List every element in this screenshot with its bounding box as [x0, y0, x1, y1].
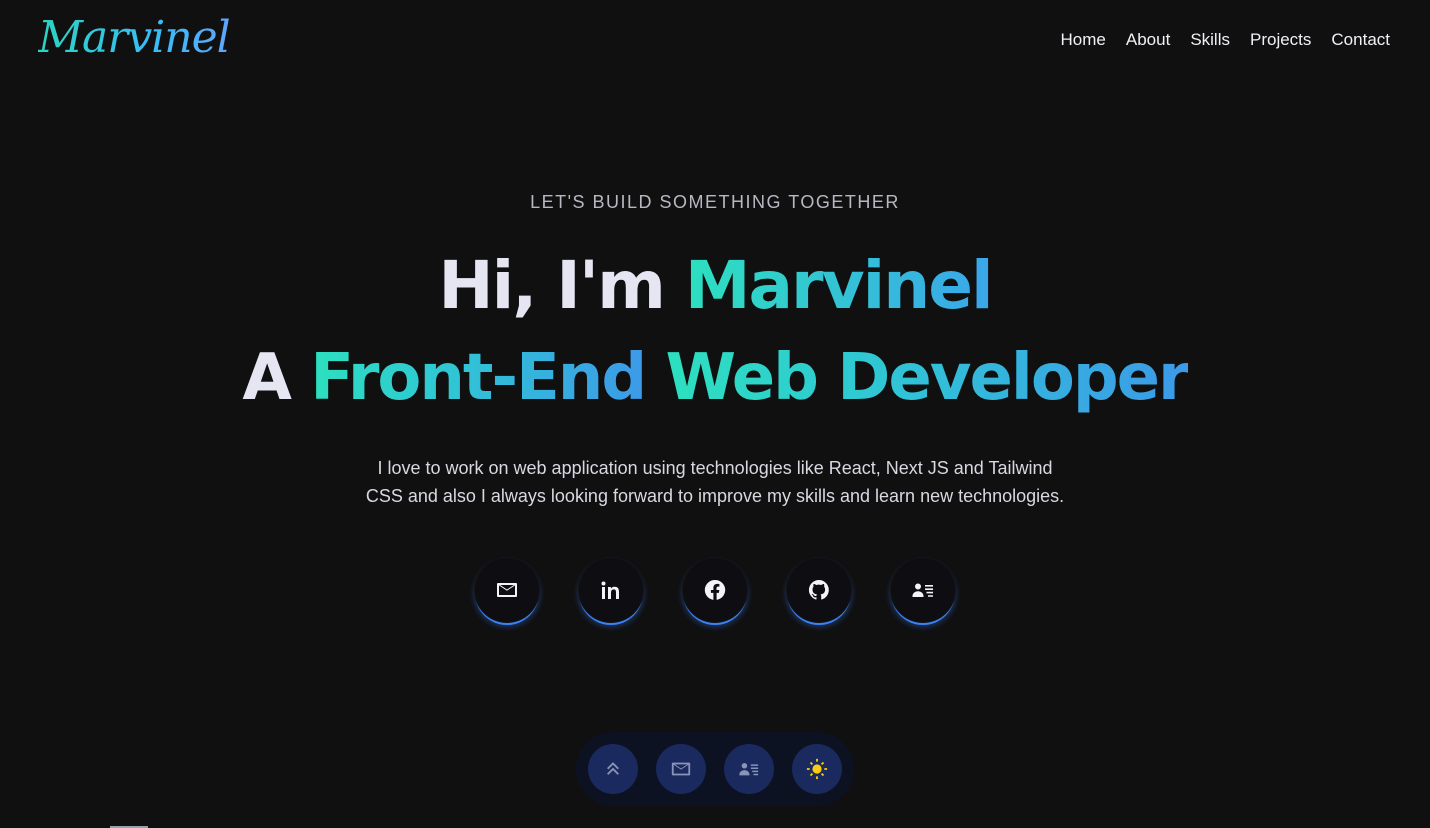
hero-intro: I love to work on web application using … [330, 454, 1100, 510]
chevrons-up-icon [607, 762, 619, 775]
page: Marvinel Home About Skills Projects Cont… [0, 0, 1430, 828]
nav-about[interactable]: About [1126, 28, 1170, 52]
greeting-text: Hi, I'm [438, 247, 685, 324]
role-text-b: Web Developer [665, 341, 1189, 415]
bottom-dock [576, 732, 854, 806]
social-links [474, 557, 956, 623]
github-button[interactable] [786, 557, 852, 623]
dock-resume-button[interactable] [724, 744, 774, 794]
hero-tagline: LET'S BUILD SOMETHING TOGETHER [530, 192, 900, 212]
resume-icon [912, 583, 933, 597]
dock-mail-button[interactable] [656, 744, 706, 794]
github-icon [808, 579, 829, 600]
nav-contact[interactable]: Contact [1331, 28, 1390, 52]
name-text: Marvinel [684, 247, 994, 324]
intro-line-1: I love to work on web application using … [377, 458, 1053, 478]
mail-icon [671, 762, 691, 776]
theme-toggle-button[interactable] [792, 744, 842, 794]
hero-headline-line2: A Front-End Web Developer [0, 338, 1430, 418]
facebook-button[interactable] [682, 557, 748, 623]
article-text: A [242, 341, 311, 415]
role-text-a: Front-End [310, 341, 647, 415]
hero-headline-line1: Hi, I'm Marvinel [0, 246, 1430, 326]
linkedin-icon [601, 581, 619, 599]
linkedin-button[interactable] [578, 557, 644, 623]
mail-button[interactable] [474, 557, 540, 623]
mail-icon [497, 583, 517, 597]
scroll-top-button[interactable] [588, 744, 638, 794]
nav-home[interactable]: Home [1061, 28, 1106, 52]
main-nav: Home About Skills Projects Contact [1061, 28, 1390, 52]
nav-projects[interactable]: Projects [1250, 28, 1311, 52]
logo[interactable]: Marvinel [38, 8, 231, 68]
facebook-icon [704, 579, 726, 600]
resume-button[interactable] [890, 557, 956, 623]
sun-icon [806, 758, 828, 780]
intro-line-2: CSS and also I always looking forward to… [365, 486, 1065, 506]
resume-icon [739, 763, 759, 776]
nav-skills[interactable]: Skills [1190, 28, 1230, 52]
